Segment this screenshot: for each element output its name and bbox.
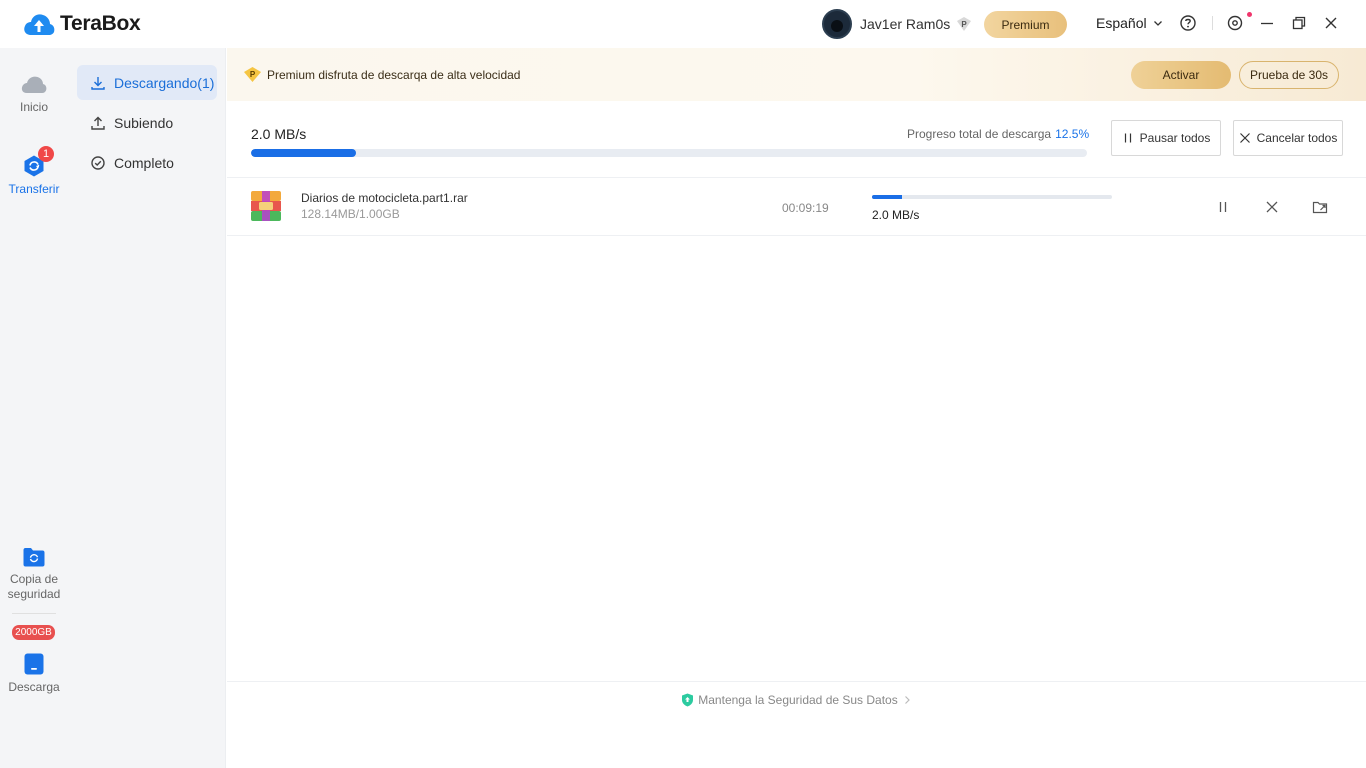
close-icon xyxy=(1239,133,1250,143)
restore-icon[interactable] xyxy=(1290,14,1308,32)
main-panel: P Premium disfruta de descarqa de alta v… xyxy=(227,48,1366,768)
app-name: TeraBox xyxy=(60,12,141,35)
rail-item-download[interactable]: Descarga xyxy=(0,652,68,694)
security-link[interactable]: Mantenga la Seguridad de Sus Datos xyxy=(227,693,1366,707)
transfer-subnav: Descargando(1) Subiendo Completo xyxy=(68,48,226,768)
title-bar: TeraBox Jav1er Ram0s P Premium Español xyxy=(0,0,1366,48)
rail-label-download: Descarga xyxy=(8,680,60,694)
divider xyxy=(227,235,1366,236)
premium-p-icon: P xyxy=(244,67,261,82)
rail-item-backup[interactable]: Copia de seguridad xyxy=(0,546,68,602)
premium-level-icon: P xyxy=(957,17,972,31)
storage-badge: 2000GB xyxy=(12,625,55,640)
cancel-icon[interactable] xyxy=(1264,199,1280,215)
rail-label-home: Inicio xyxy=(19,100,48,114)
premium-button[interactable]: Premium xyxy=(984,11,1067,38)
pause-icon[interactable] xyxy=(1215,199,1231,215)
total-progress-fill xyxy=(251,149,356,157)
subnav-item-uploading[interactable]: Subiendo xyxy=(77,105,217,140)
rar-archive-icon xyxy=(251,191,281,221)
file-speed: 2.0 MB/s xyxy=(872,208,920,222)
minimize-icon[interactable] xyxy=(1258,14,1276,32)
language-selector[interactable]: Español xyxy=(1096,15,1163,31)
settings-icon[interactable] xyxy=(1226,14,1244,32)
app-logo: TeraBox xyxy=(22,11,141,37)
total-progress-text: Progreso total de descarga 12.5% xyxy=(907,127,1089,141)
rail-divider xyxy=(12,613,56,614)
subnav-item-completed[interactable]: Completo xyxy=(77,145,217,180)
rail-label-transfer: Transferir xyxy=(8,182,60,196)
pause-all-label: Pausar todos xyxy=(1139,131,1211,145)
download-row[interactable]: Diarios de motocicleta.part1.rar 128.14M… xyxy=(227,178,1366,236)
activate-button[interactable]: Activar xyxy=(1131,61,1231,89)
cancel-all-button[interactable]: Cancelar todos xyxy=(1233,120,1343,156)
chevron-down-icon xyxy=(1153,21,1162,26)
subnav-label: Subiendo xyxy=(114,114,174,131)
left-rail: Inicio 1 Transferir Copia de seguridad 2… xyxy=(0,48,68,768)
cancel-all-label: Cancelar todos xyxy=(1256,131,1338,145)
total-speed: 2.0 MB/s xyxy=(251,126,307,142)
avatar[interactable] xyxy=(822,9,852,39)
check-circle-icon xyxy=(91,155,105,170)
notification-dot xyxy=(1247,12,1252,17)
close-icon[interactable] xyxy=(1322,14,1340,32)
shield-icon xyxy=(682,693,694,707)
transfer-count-badge: 1 xyxy=(38,146,54,162)
subnav-item-downloading[interactable]: Descargando(1) xyxy=(77,65,217,100)
rail-item-transfer[interactable]: 1 Transferir xyxy=(0,146,68,196)
time-remaining: 00:09:19 xyxy=(782,201,829,215)
security-link-text: Mantenga la Seguridad de Sus Datos xyxy=(698,693,898,707)
subnav-label: Descargando(1) xyxy=(114,74,215,91)
download-icon xyxy=(91,76,105,90)
open-folder-icon[interactable] xyxy=(1312,199,1328,215)
promo-text: Premium disfruta de descarqa de alta vel… xyxy=(267,68,521,82)
pause-icon xyxy=(1124,133,1131,143)
premium-promo-banner: P Premium disfruta de descarqa de alta v… xyxy=(227,48,1366,101)
username[interactable]: Jav1er Ram0s xyxy=(860,16,950,32)
total-progress-bar xyxy=(251,149,1087,157)
rail-label-backup: Copia de seguridad xyxy=(7,572,61,601)
file-name: Diarios de motocicleta.part1.rar xyxy=(301,191,468,205)
header-divider xyxy=(1212,16,1213,30)
file-size: 128.14MB/1.00GB xyxy=(301,207,400,221)
language-label: Español xyxy=(1096,15,1147,31)
svg-text:P: P xyxy=(962,20,968,29)
backup-folder-icon xyxy=(23,548,45,567)
chevron-right-icon xyxy=(904,696,910,704)
total-progress-label: Progreso total de descarga xyxy=(907,127,1052,141)
help-icon[interactable] xyxy=(1179,14,1197,32)
svg-text:P: P xyxy=(250,70,256,79)
upload-icon xyxy=(91,116,105,130)
device-download-icon xyxy=(24,653,44,675)
file-progress-fill xyxy=(872,195,902,199)
terabox-cloud-icon xyxy=(24,14,55,35)
pause-all-button[interactable]: Pausar todos xyxy=(1111,120,1221,156)
cloud-icon xyxy=(21,76,47,93)
trial-button[interactable]: Prueba de 30s xyxy=(1239,61,1339,89)
total-progress-percent: 12.5% xyxy=(1055,127,1090,141)
subnav-label: Completo xyxy=(114,154,174,171)
user-profile[interactable]: Jav1er Ram0s P xyxy=(822,9,972,39)
rail-item-home[interactable]: Inicio xyxy=(0,72,68,114)
footer-divider xyxy=(227,681,1366,682)
file-progress-bar xyxy=(872,195,1112,199)
